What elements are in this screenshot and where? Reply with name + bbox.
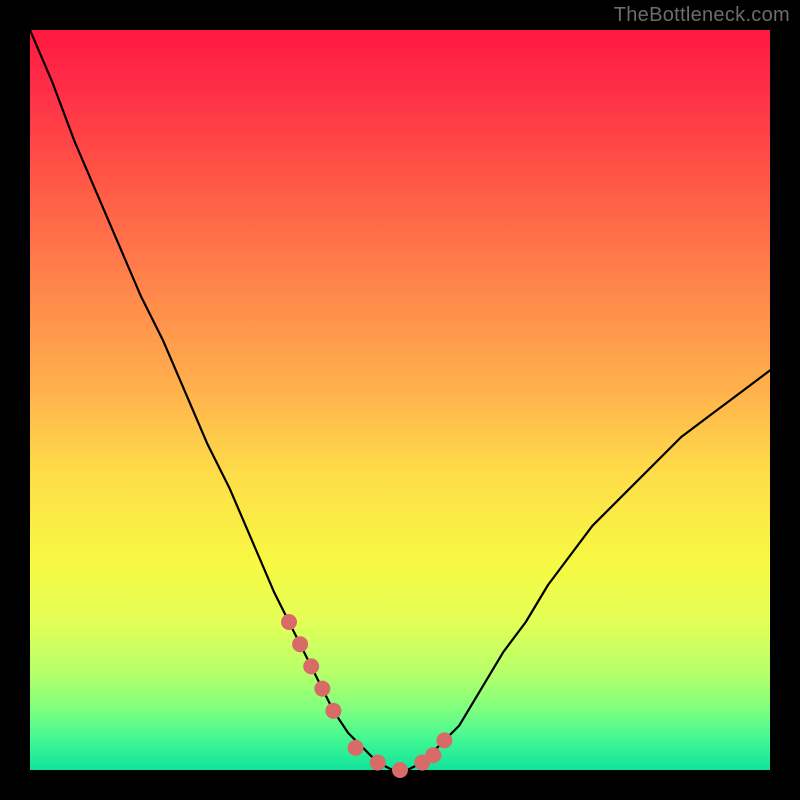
highlight-dot — [325, 703, 341, 719]
highlight-dot — [425, 747, 441, 763]
highlight-dot — [436, 732, 452, 748]
watermark-text: TheBottleneck.com — [614, 4, 790, 27]
highlight-dot — [392, 762, 408, 778]
chart-svg — [30, 30, 770, 770]
highlight-dot — [314, 681, 330, 697]
highlight-dots — [281, 614, 452, 778]
highlight-dot — [292, 636, 308, 652]
bottleneck-curve — [30, 30, 770, 770]
highlight-dot — [348, 740, 364, 756]
plot-area — [30, 30, 770, 770]
highlight-dot — [370, 755, 386, 771]
chart-frame: TheBottleneck.com — [0, 0, 800, 800]
highlight-dot — [303, 658, 319, 674]
highlight-dot — [281, 614, 297, 630]
